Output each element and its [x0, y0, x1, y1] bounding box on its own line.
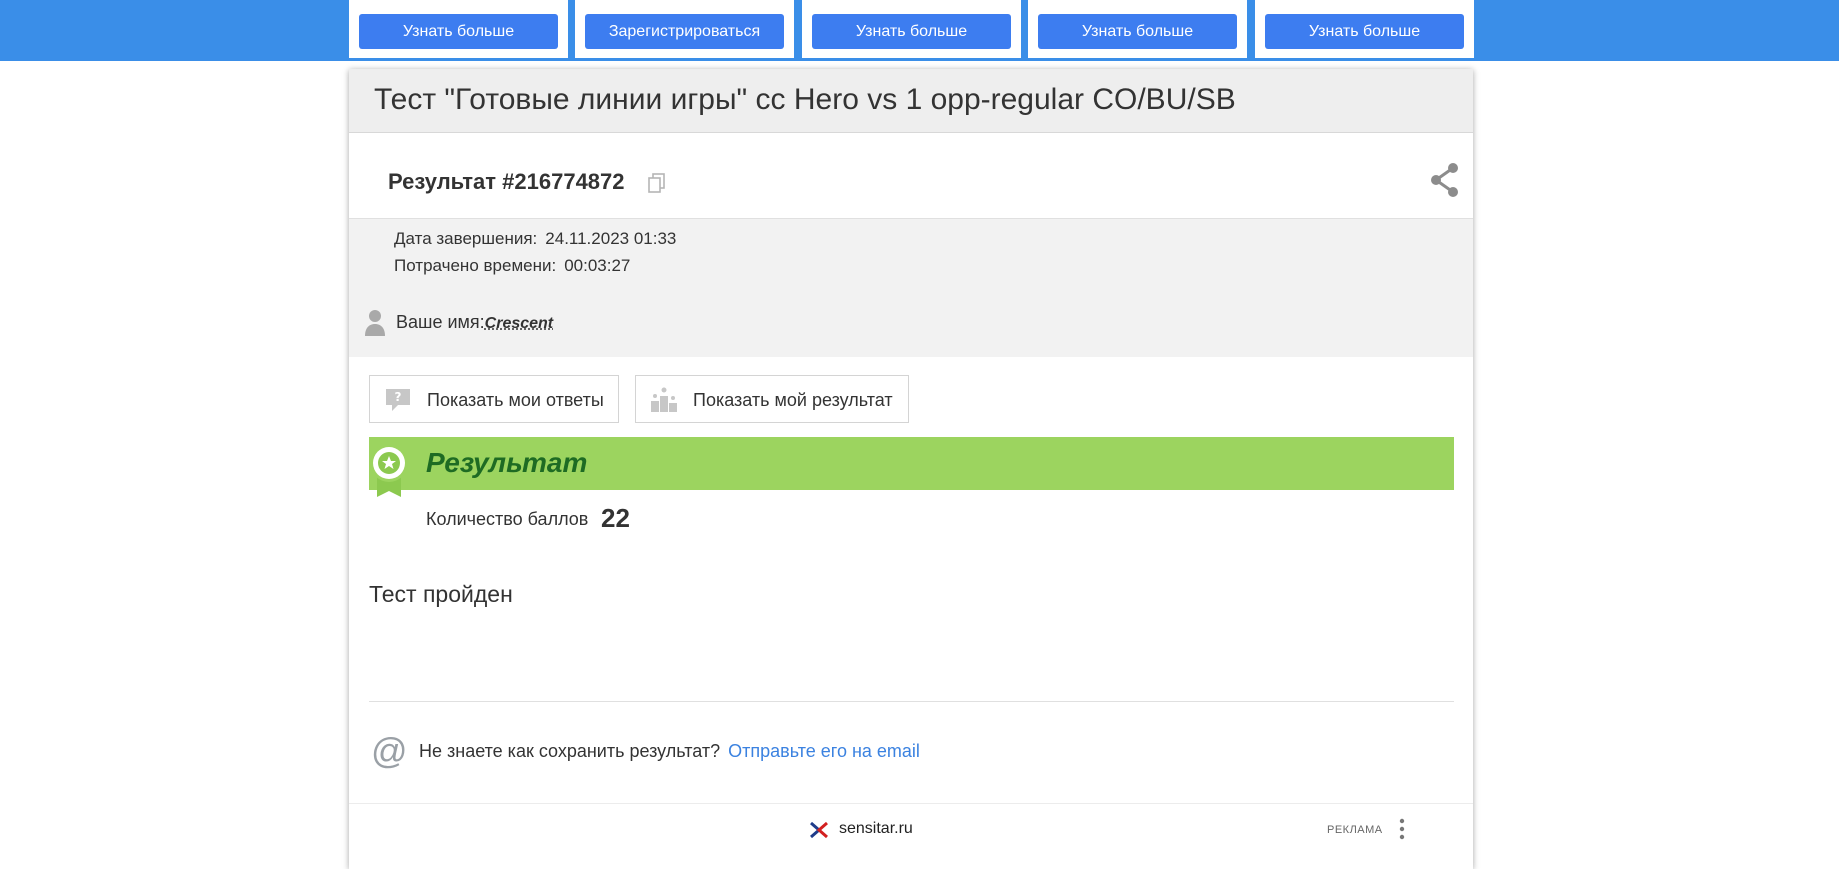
- finished-row: Дата завершения: 24.11.2023 01:33: [394, 229, 676, 249]
- email-save-row: Не знаете как сохранить результат? Отправ…: [419, 741, 920, 762]
- ad-label: РЕКЛАМА: [1327, 824, 1383, 836]
- podium-icon: [650, 387, 678, 413]
- completion-info: Дата завершения: 24.11.2023 01:33 Потраче…: [349, 218, 1473, 290]
- share-icon[interactable]: [1429, 162, 1461, 198]
- user-name: Crescent: [485, 315, 553, 332]
- show-result-label: Показать мой результат: [693, 390, 893, 411]
- show-result-button[interactable]: Показать мой результат: [635, 375, 909, 423]
- user-name-row: Ваше имя:Crescent: [349, 289, 1473, 357]
- sensitar-site-link[interactable]: sensitar.ru: [839, 820, 913, 838]
- time-spent-value: 00:03:27: [564, 256, 630, 275]
- score-label: Количество баллов: [426, 509, 588, 530]
- question-bubble-icon: ?: [384, 387, 412, 413]
- send-email-link[interactable]: Отправьте его на email: [728, 741, 920, 761]
- ad-learn-more-button-4[interactable]: Узнать больше: [1265, 14, 1464, 49]
- ad-card-3: Узнать больше: [802, 0, 1021, 58]
- test-status: Тест пройден: [369, 581, 513, 608]
- ad-register-button[interactable]: Зарегистрироваться: [585, 14, 784, 49]
- more-vert-icon[interactable]: [1399, 817, 1405, 841]
- show-answers-button[interactable]: ? Показать мои ответы: [369, 375, 619, 423]
- result-number: Результат #216774872: [388, 169, 625, 195]
- ad-card-4: Узнать больше: [1028, 0, 1247, 58]
- copy-icon[interactable]: [648, 173, 666, 193]
- finished-value: 24.11.2023 01:33: [545, 229, 676, 248]
- time-spent-label: Потрачено времени:: [394, 256, 556, 275]
- result-panel: Тест "Готовые линии игры" сс Hero vs 1 o…: [349, 69, 1473, 869]
- ad-learn-more-button-2[interactable]: Узнать больше: [812, 14, 1011, 49]
- ad-card-5: Узнать больше: [1255, 0, 1474, 58]
- footer-divider: [349, 803, 1473, 804]
- sensitar-logo[interactable]: [809, 821, 829, 839]
- show-answers-label: Показать мои ответы: [427, 390, 604, 411]
- score-value: 22: [601, 503, 630, 534]
- name-label: Ваше имя:Crescent: [396, 312, 553, 333]
- test-title-bar: Тест "Готовые линии игры" сс Hero vs 1 o…: [349, 69, 1473, 133]
- email-hint-text: Не знаете как сохранить результат?: [419, 741, 720, 761]
- svg-text:?: ?: [395, 390, 402, 404]
- ad-card-1: Узнать больше: [349, 0, 568, 58]
- medal-icon: [369, 443, 409, 499]
- ad-learn-more-button-1[interactable]: Узнать больше: [359, 14, 558, 49]
- divider: [369, 701, 1454, 702]
- result-banner-title: Результат: [426, 447, 587, 479]
- time-spent-row: Потрачено времени: 00:03:27: [394, 256, 630, 276]
- result-banner: Результат: [369, 437, 1454, 490]
- user-icon: [364, 309, 386, 337]
- finished-label: Дата завершения:: [394, 229, 537, 248]
- name-label-text: Ваше имя:: [396, 312, 485, 332]
- ad-card-2: Зарегистрироваться: [575, 0, 794, 58]
- test-title: Тест "Готовые линии игры" сс Hero vs 1 o…: [374, 83, 1236, 117]
- top-ad-band: Узнать больше Зарегистрироваться Узнать …: [0, 0, 1839, 61]
- ad-learn-more-button-3[interactable]: Узнать больше: [1038, 14, 1237, 49]
- at-icon: @: [371, 733, 405, 769]
